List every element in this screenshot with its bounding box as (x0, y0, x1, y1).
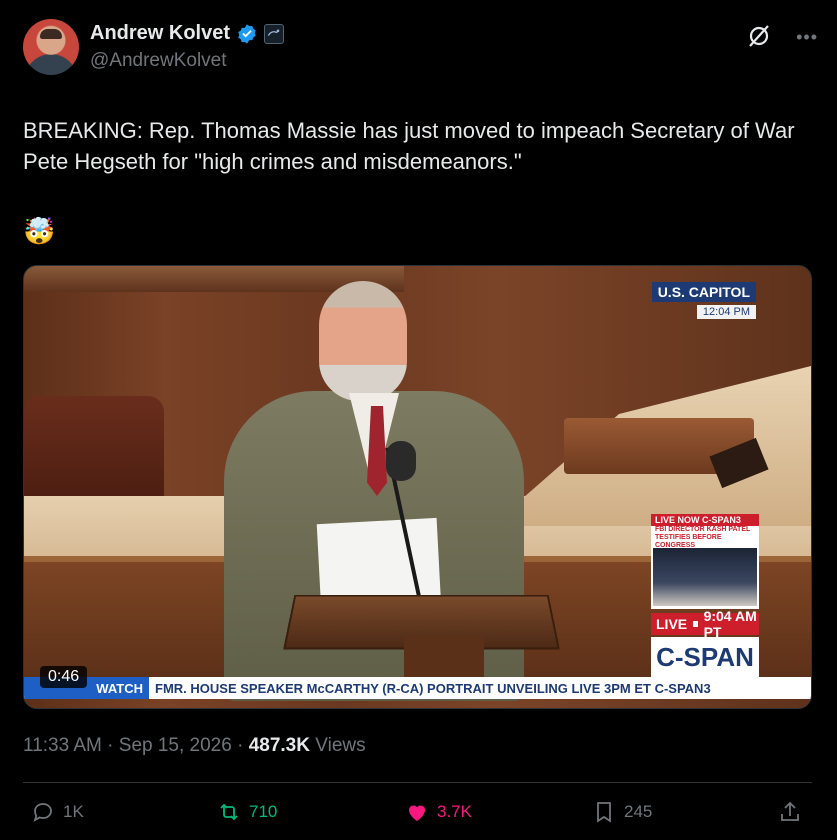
tweet-header: Andrew Kolvet @AndrewKolvet ••• (23, 19, 818, 75)
handle[interactable]: @AndrewKolvet (90, 50, 227, 72)
ticker-text: FMR. HOUSE SPEAKER McCARTHY (R-CA) PORTR… (155, 680, 711, 696)
bookmark-button[interactable]: 245 (592, 800, 652, 824)
affiliate-badge-icon[interactable] (264, 23, 285, 44)
avatar[interactable] (23, 19, 79, 75)
reply-button[interactable]: 1K (31, 800, 84, 824)
news-ticker: WATCH FMR. HOUSE SPEAKER McCARTHY (R-CA)… (24, 677, 811, 699)
meta-separator: · (107, 735, 119, 756)
live-promo-title: LIVE NOW C-SPAN3 (651, 514, 759, 526)
views-count: 487.3K (248, 735, 310, 756)
like-count: 3.7K (437, 802, 472, 821)
video-frame-chair (24, 396, 164, 506)
live-promo-thumbnail (653, 548, 757, 606)
location-label: U.S. CAPITOL (651, 282, 756, 302)
grok-icon[interactable] (746, 23, 772, 49)
video-frame-mic (386, 441, 416, 481)
views-label: Views (315, 735, 366, 756)
cspan-logo: C-SPAN (651, 637, 759, 677)
verified-badge-icon[interactable] (236, 23, 258, 45)
live-label: LIVE (656, 616, 688, 632)
heart-icon (409, 805, 425, 821)
live-badge: LIVE 9:04 AM PT (651, 608, 759, 640)
tweet-emoji: 🤯 (23, 216, 56, 246)
tweet-text: BREAKING: Rep. Thomas Massie has just mo… (23, 118, 795, 174)
display-name[interactable]: Andrew Kolvet (90, 22, 230, 45)
share-icon (781, 801, 799, 821)
repost-button[interactable]: 710 (217, 800, 277, 824)
more-icon[interactable]: ••• (796, 27, 818, 48)
location-bug: U.S. CAPITOL 12:04 PM (651, 282, 756, 320)
share-button[interactable] (778, 800, 802, 824)
bookmark-icon (597, 802, 611, 823)
live-promo-subtitle: FBI DIRECTOR KASH PATEL TESTIFIES BEFORE… (651, 526, 759, 550)
video-duration: 0:46 (40, 666, 88, 688)
repost-count: 710 (249, 802, 278, 821)
name-row: Andrew Kolvet (90, 22, 285, 45)
post-time[interactable]: 11:33 AM (23, 735, 102, 756)
action-bar: 1K 710 3.7K 245 (31, 800, 806, 832)
location-time: 12:04 PM (696, 305, 756, 319)
divider (23, 782, 812, 783)
live-promo: LIVE NOW C-SPAN3 FBI DIRECTOR KASH PATEL… (651, 514, 759, 609)
repost-icon (220, 803, 238, 821)
live-dot-icon (693, 621, 698, 627)
tweet-meta: 11:33 AM · Sep 15, 2026 · 487.3K Views (23, 735, 366, 757)
meta-separator: · (237, 735, 249, 756)
reply-icon (33, 803, 52, 822)
reply-count: 1K (63, 802, 84, 821)
like-button[interactable]: 3.7K (405, 800, 472, 824)
live-time: 9:04 AM PT (703, 608, 757, 640)
bookmark-count: 245 (624, 802, 653, 821)
video-player[interactable]: U.S. CAPITOL 12:04 PM LIVE NOW C-SPAN3 F… (23, 265, 812, 709)
post-date[interactable]: Sep 15, 2026 (119, 735, 232, 756)
